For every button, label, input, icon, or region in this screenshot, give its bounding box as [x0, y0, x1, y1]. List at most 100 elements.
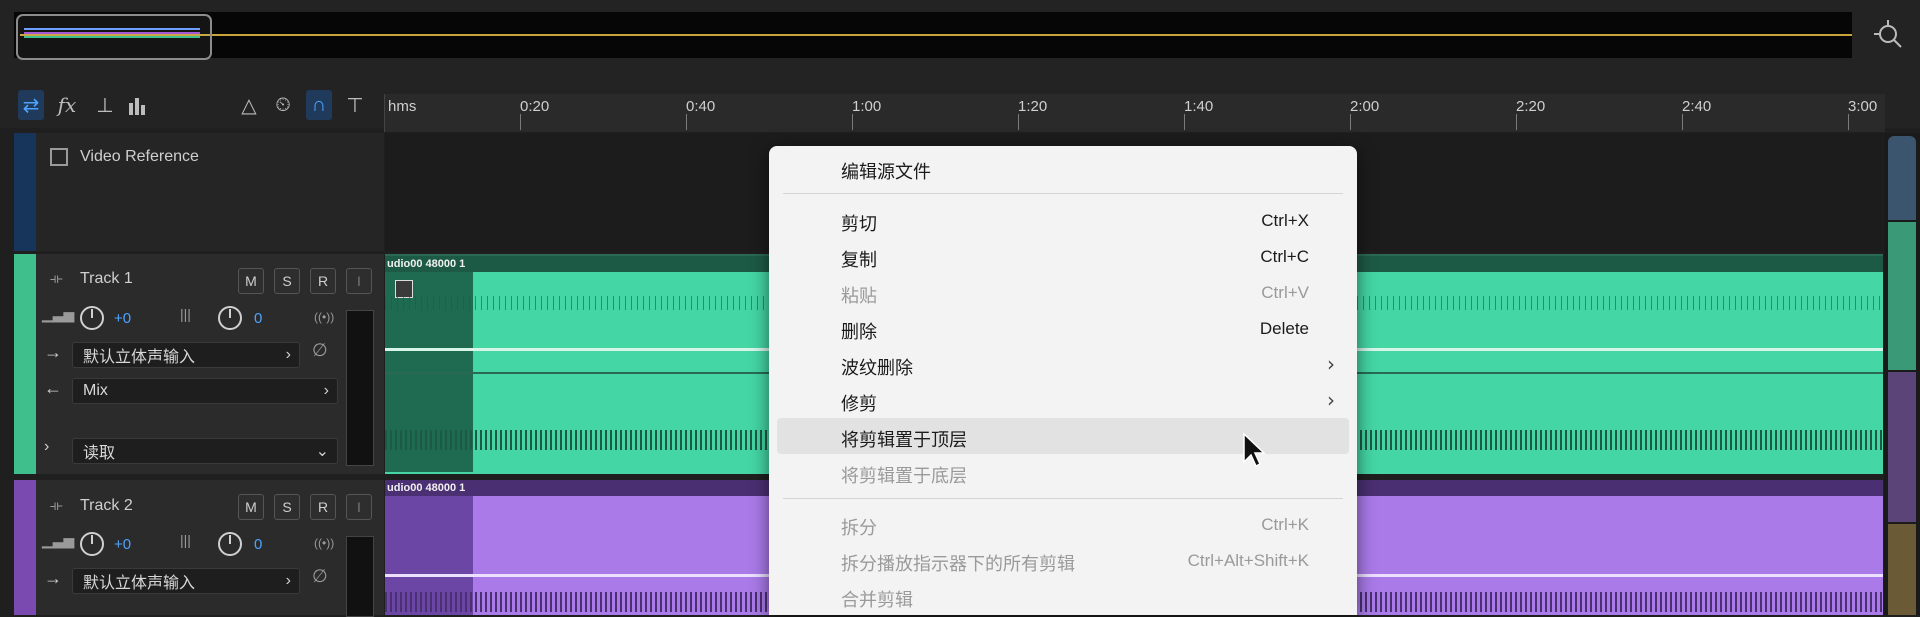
- snap-magnet-icon[interactable]: ∩: [306, 90, 332, 120]
- menu-item-ripple-delete[interactable]: 波纹删除 ›: [777, 346, 1349, 382]
- menu-item-shortcut: Delete: [1259, 319, 1309, 338]
- menu-item-label: 合并剪辑: [841, 590, 913, 611]
- input-select-value: 默认立体声输入: [83, 349, 196, 366]
- solo-button[interactable]: S: [274, 494, 300, 520]
- menu-item-label: 编辑源文件: [841, 162, 931, 183]
- ruler-label: 0:40: [686, 98, 716, 115]
- menu-item-label: 拆分: [841, 518, 877, 539]
- swap-arrows-icon[interactable]: ⇄: [18, 90, 44, 120]
- time-stretch-icon[interactable]: ⏲: [270, 90, 296, 120]
- fx-icon[interactable]: fx: [54, 90, 80, 120]
- menu-item-label: 将剪辑置于底层: [841, 466, 967, 487]
- mute-button[interactable]: M: [238, 268, 264, 294]
- menu-item-split[interactable]: 拆分 Ctrl+K: [777, 506, 1349, 542]
- clip-context-menu: 编辑源文件 剪切 Ctrl+X 复制 Ctrl+C 粘贴 Ctrl+V 删除 Delet…: [769, 146, 1357, 615]
- mute-button[interactable]: M: [238, 494, 264, 520]
- ruler-label: 1:40: [1184, 98, 1214, 115]
- ruler-tick: [1184, 114, 1185, 130]
- ruler-tick: [520, 114, 521, 130]
- menu-item-trim[interactable]: 修剪 ›: [777, 382, 1349, 418]
- phase-invert-icon[interactable]: ∅: [312, 340, 328, 361]
- menu-item-label: 复制: [841, 250, 877, 271]
- menu-item-shortcut: Ctrl+Alt+Shift+K: [1187, 551, 1309, 570]
- automation-mode-select[interactable]: 读取 ⌄: [72, 438, 338, 464]
- menu-item-merge-clips[interactable]: 合并剪辑: [777, 578, 1349, 614]
- menu-item-shortcut: Ctrl+X: [1261, 211, 1309, 230]
- solo-button[interactable]: S: [274, 268, 300, 294]
- menu-item-shortcut: Ctrl+C: [1260, 247, 1309, 266]
- drag-handle-icon[interactable]: ⟛: [50, 497, 63, 514]
- track-level-meter: [346, 536, 374, 617]
- pan-icon: |||: [180, 532, 191, 548]
- output-select[interactable]: Mix ›: [72, 378, 338, 404]
- ruler-label: 2:40: [1682, 98, 1712, 115]
- zoom-to-fit-icon[interactable]: [1874, 20, 1904, 50]
- output-select-value: Mix: [83, 382, 108, 399]
- mouse-cursor-icon: [1242, 432, 1266, 468]
- volume-knob[interactable]: [80, 532, 104, 556]
- scroll-segment-track1[interactable]: [1888, 222, 1916, 370]
- track-name[interactable]: Track 1: [80, 270, 133, 288]
- ruler-label: 0:20: [520, 98, 550, 115]
- fx-label: fx: [57, 93, 77, 117]
- time-ruler[interactable]: [384, 94, 1885, 132]
- input-select-value: 默认立体声输入: [83, 575, 196, 592]
- broadcast-icon[interactable]: ((•)): [314, 536, 334, 550]
- send-icon[interactable]: ⊥: [92, 90, 118, 120]
- menu-item-cut[interactable]: 剪切 Ctrl+X: [777, 202, 1349, 238]
- automation-mode-value: 读取: [83, 445, 116, 462]
- ruler-tick: [1018, 114, 1019, 130]
- ruler-tick: [686, 114, 687, 130]
- volume-value[interactable]: +0: [114, 536, 131, 553]
- phase-invert-icon[interactable]: ∅: [312, 566, 328, 587]
- submenu-chevron-icon: ›: [1327, 388, 1335, 412]
- volume-value[interactable]: +0: [114, 310, 131, 327]
- menu-item-shortcut: Ctrl+K: [1261, 515, 1309, 534]
- marker-pin-icon[interactable]: ⊤: [342, 90, 368, 120]
- video-track-name: Video Reference: [80, 148, 199, 165]
- input-monitor-button[interactable]: I: [346, 268, 372, 294]
- menu-item-delete[interactable]: 删除 Delete: [777, 310, 1349, 346]
- menu-item-shortcut: Ctrl+V: [1261, 283, 1309, 302]
- menu-item-label: 拆分播放指示器下的所有剪辑: [841, 554, 1075, 575]
- volume-knob[interactable]: [80, 306, 104, 330]
- record-arm-button[interactable]: R: [310, 494, 336, 520]
- meter-bars-icon[interactable]: [124, 90, 150, 120]
- clip-title: udio00 48000 1: [387, 258, 466, 270]
- input-select[interactable]: 默认立体声输入 ›: [72, 342, 300, 368]
- menu-separator: [783, 193, 1343, 194]
- metronome-icon[interactable]: △: [236, 90, 262, 120]
- expand-chevron-icon[interactable]: ›: [44, 438, 49, 456]
- scroll-segment-track3[interactable]: [1888, 524, 1916, 615]
- pan-value[interactable]: 0: [254, 310, 262, 327]
- track-level-meter: [346, 310, 374, 466]
- ruler-label: 2:20: [1516, 98, 1546, 115]
- ruler-label: 2:00: [1350, 98, 1380, 115]
- input-select[interactable]: 默认立体声输入 ›: [72, 568, 300, 594]
- pan-value[interactable]: 0: [254, 536, 262, 553]
- ruler-label: 1:20: [1018, 98, 1048, 115]
- menu-item-split-all-under-playhead[interactable]: 拆分播放指示器下的所有剪辑 Ctrl+Alt+Shift+K: [777, 542, 1349, 578]
- input-monitor-button[interactable]: I: [346, 494, 372, 520]
- scroll-segment-video[interactable]: [1888, 136, 1916, 220]
- overview-thumb-lines: [24, 28, 200, 38]
- broadcast-icon[interactable]: ((•)): [314, 310, 334, 324]
- track-name[interactable]: Track 2: [80, 497, 133, 515]
- chevron-right-icon: ›: [285, 346, 291, 363]
- menu-item-copy[interactable]: 复制 Ctrl+C: [777, 238, 1349, 274]
- drag-handle-icon[interactable]: ⟛: [50, 270, 63, 287]
- video-track-header[interactable]: [14, 133, 384, 251]
- menu-item-label: 波纹删除: [841, 358, 913, 379]
- input-arrow-icon: →: [44, 342, 62, 362]
- overview-zoom-thumb[interactable]: [16, 14, 212, 60]
- pan-knob[interactable]: [218, 306, 242, 330]
- ruler-tick: [1848, 114, 1849, 130]
- menu-item-paste[interactable]: 粘贴 Ctrl+V: [777, 274, 1349, 310]
- pan-knob[interactable]: [218, 532, 242, 556]
- menu-item-label: 粘贴: [841, 286, 877, 307]
- scroll-segment-track2[interactable]: [1888, 372, 1916, 522]
- pan-icon: |||: [180, 306, 191, 322]
- record-arm-button[interactable]: R: [310, 268, 336, 294]
- chevron-right-icon: ›: [285, 572, 291, 589]
- menu-item-edit-source[interactable]: 编辑源文件: [777, 150, 1349, 186]
